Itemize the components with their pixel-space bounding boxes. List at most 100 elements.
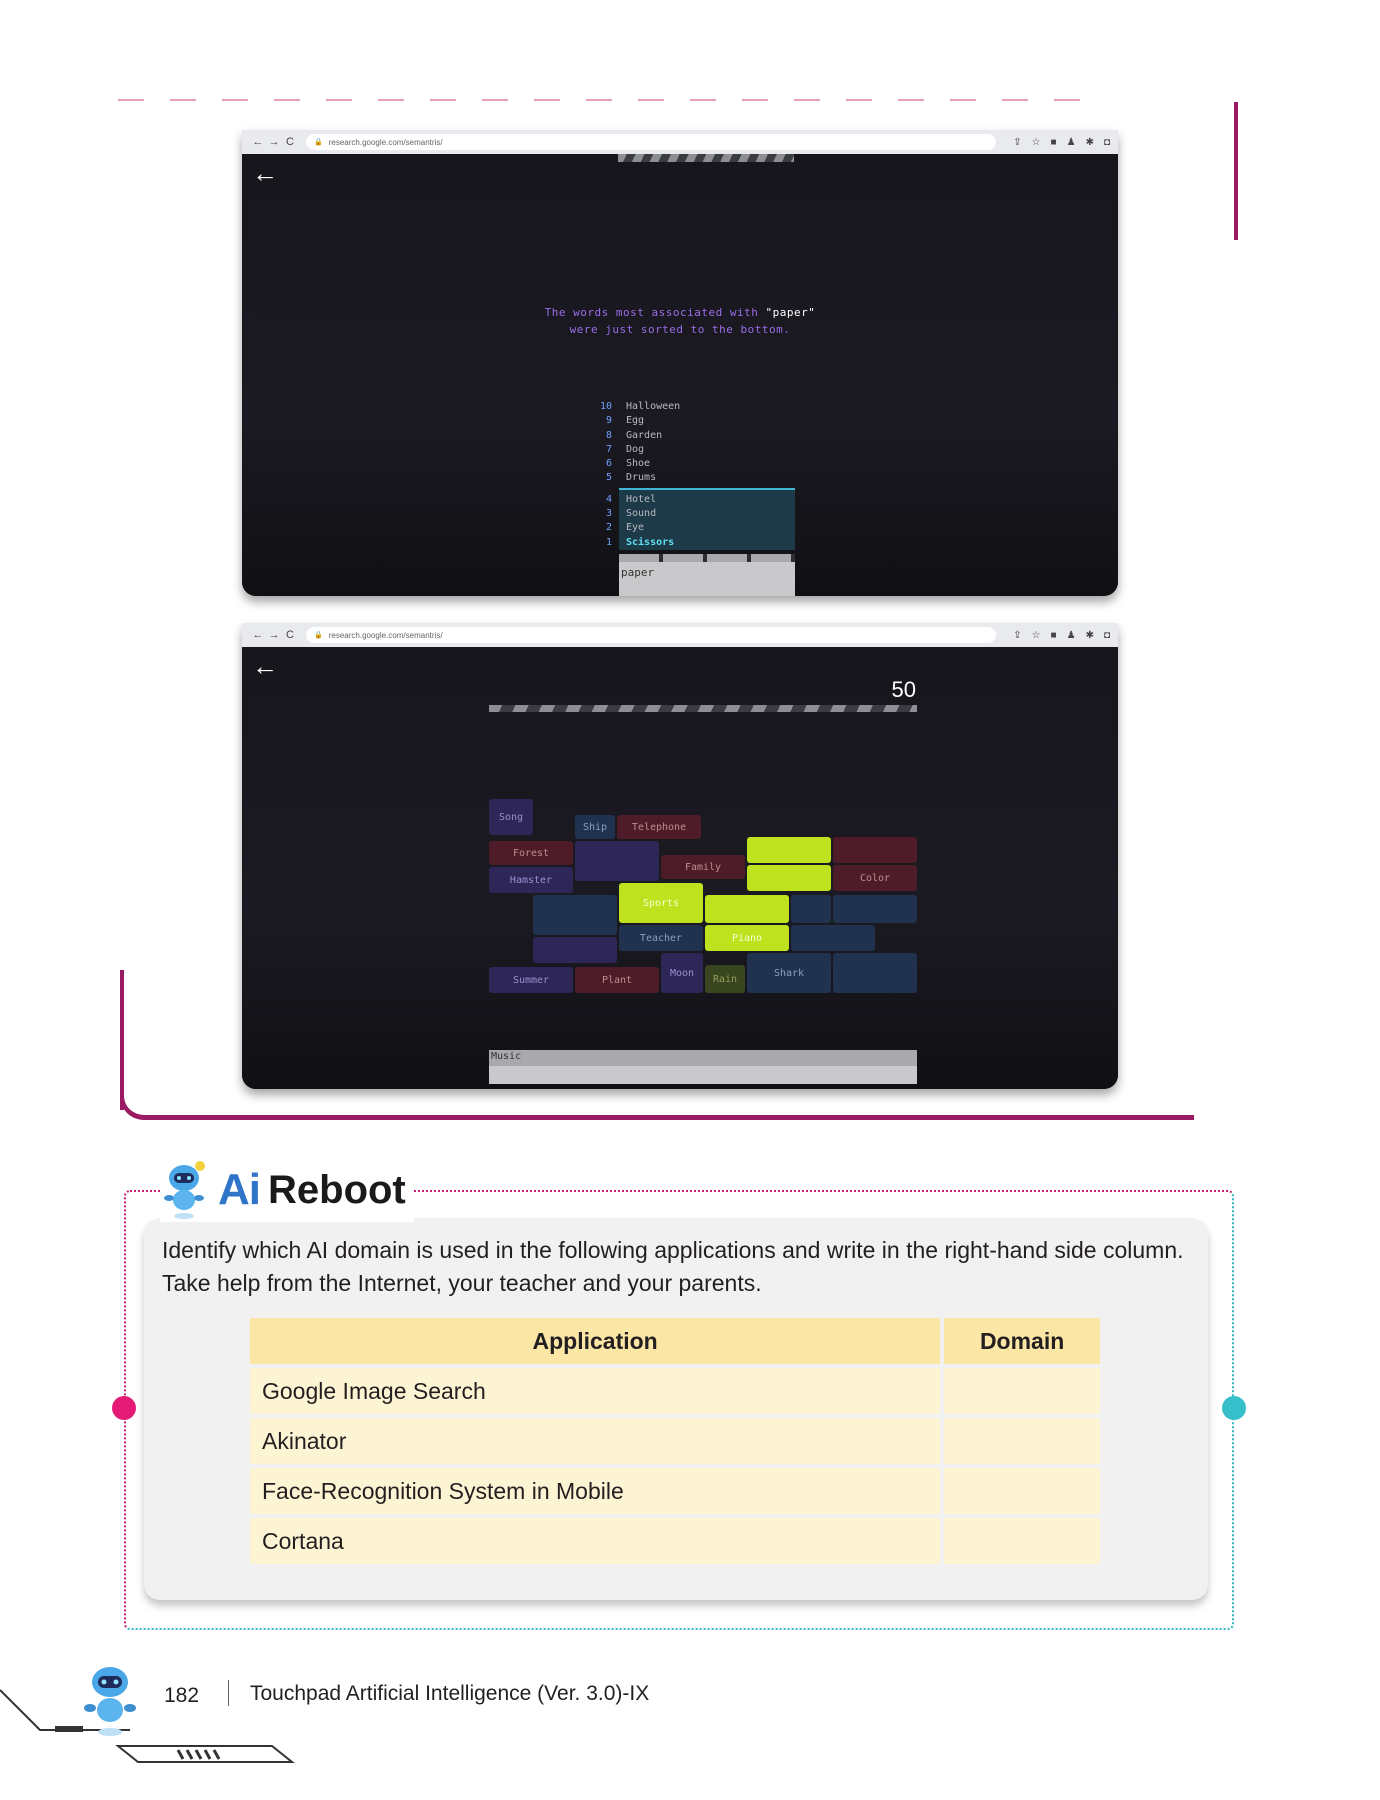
- footer-separator: [228, 1680, 229, 1706]
- word-block-active: [705, 895, 789, 923]
- table-row: Face-Recognition System in Mobile: [250, 1468, 1100, 1514]
- rank-row: 10 Halloween: [582, 400, 796, 414]
- window-icon[interactable]: ◘: [1104, 137, 1110, 148]
- rank-word: Eye: [626, 522, 645, 534]
- table-row: Cortana: [250, 1518, 1100, 1564]
- rank-row: 2 Eye: [582, 521, 796, 535]
- message-text: The words most associated with: [544, 306, 766, 319]
- address-bar[interactable]: 🔒 research.google.com/semantris/: [306, 627, 996, 643]
- game-back-arrow-icon[interactable]: ←: [252, 160, 278, 186]
- rank-row: 4 Hotel: [582, 493, 796, 507]
- domain-cell[interactable]: [944, 1468, 1100, 1514]
- rank-word: Dog: [626, 443, 645, 455]
- application-cell: Face-Recognition System in Mobile: [250, 1468, 941, 1514]
- word-rank-list: 10 Halloween 9 Egg 8 Garden 7 Dog 6 Shoe 5 Dru…: [582, 400, 796, 550]
- guess-input[interactable]: paper: [619, 562, 795, 596]
- rank-number: 2: [605, 522, 612, 534]
- rank-number: 7: [605, 443, 612, 455]
- rank-number: 8: [605, 429, 612, 441]
- word-block-active: [747, 837, 831, 863]
- column-header-application: Application: [250, 1318, 941, 1364]
- reload-icon[interactable]: C: [282, 136, 298, 148]
- word-block: Family: [661, 855, 745, 879]
- rank-row: 8 Garden: [582, 429, 796, 443]
- word-block: Teacher: [619, 925, 703, 951]
- url-text: research.google.com/semantris/: [328, 630, 443, 640]
- word-block: Hamster: [489, 867, 573, 893]
- word-block: [833, 837, 917, 863]
- star-icon[interactable]: ☆: [1032, 137, 1041, 148]
- activity-instructions: Identify which AI domain is used in the …: [162, 1237, 1184, 1296]
- table-header-row: Application Domain: [250, 1318, 1100, 1364]
- heading-reboot: Reboot: [268, 1167, 406, 1212]
- back-nav-icon[interactable]: ←: [250, 629, 266, 641]
- puzzle-icon[interactable]: ✱: [1086, 137, 1094, 148]
- rank-word: Scissors: [626, 536, 675, 548]
- lock-icon: 🔒: [314, 632, 323, 639]
- activity-panel: Identify which AI domain is used in the …: [144, 1218, 1208, 1600]
- accent-line-bottom: [120, 1096, 1194, 1120]
- result-message: The words most associated with "paper" w…: [242, 304, 1118, 338]
- address-bar[interactable]: 🔒 research.google.com/semantris/: [306, 134, 996, 150]
- share-icon[interactable]: ⇪: [1013, 137, 1021, 148]
- input-stripe: [619, 554, 795, 562]
- browser-toolbar: ← → C 🔒 research.google.com/semantris/ ⇪…: [242, 623, 1118, 647]
- url-text: research.google.com/semantris/: [328, 137, 443, 147]
- forward-nav-icon[interactable]: →: [266, 629, 282, 641]
- puzzle-icon[interactable]: ✱: [1086, 630, 1094, 641]
- message-keyword: "paper": [765, 306, 816, 319]
- profile-icon[interactable]: ♟: [1067, 630, 1076, 641]
- message-text-line2: were just sorted to the bottom.: [569, 323, 791, 336]
- frame-dot-pink: [112, 1396, 136, 1420]
- word-block-active: Sports: [619, 883, 703, 923]
- application-cell: Google Image Search: [250, 1368, 941, 1414]
- dashed-divider: [118, 99, 1088, 101]
- window-icon[interactable]: ◘: [1104, 630, 1110, 641]
- reload-icon[interactable]: C: [282, 629, 298, 641]
- word-block-active: Piano: [705, 925, 789, 951]
- domain-cell[interactable]: [944, 1418, 1100, 1464]
- word-block: Moon: [661, 953, 703, 993]
- word-block: Color: [833, 865, 917, 891]
- game-back-arrow-icon[interactable]: ←: [252, 653, 278, 679]
- guess-input[interactable]: Music: [489, 1050, 917, 1084]
- domain-cell[interactable]: [944, 1368, 1100, 1414]
- robot-mascot-icon: [164, 1161, 205, 1219]
- word-block: [575, 841, 659, 881]
- rank-word: Hotel: [626, 493, 657, 505]
- rank-number: 10: [599, 401, 612, 412]
- browser-screenshot-2: ← → C 🔒 research.google.com/semantris/ ⇪…: [242, 623, 1118, 1089]
- section-heading: Ai Reboot: [160, 1158, 414, 1222]
- back-nav-icon[interactable]: ←: [250, 136, 266, 148]
- application-cell: Akinator: [250, 1418, 941, 1464]
- rank-number: 1: [605, 536, 612, 548]
- application-cell: Cortana: [250, 1518, 941, 1564]
- word-block: [533, 937, 617, 963]
- rank-word: Egg: [626, 415, 645, 427]
- forward-nav-icon[interactable]: →: [266, 136, 282, 148]
- word-block: [833, 895, 917, 923]
- extension-icon[interactable]: ■: [1051, 137, 1057, 148]
- rank-number: 4: [605, 493, 612, 505]
- profile-icon[interactable]: ♟: [1067, 137, 1076, 148]
- rank-row-selected: 1 Scissors: [582, 536, 796, 550]
- danger-stripe: [618, 154, 794, 162]
- rank-number: 3: [605, 508, 612, 520]
- word-block-active: [747, 865, 831, 891]
- word-block: [833, 953, 917, 993]
- accent-line-right: [1234, 102, 1238, 240]
- browser-toolbar: ← → C 🔒 research.google.com/semantris/ ⇪…: [242, 130, 1118, 154]
- rank-word: Garden: [626, 429, 663, 441]
- table-row: Akinator: [250, 1418, 1100, 1464]
- word-block: Forest: [489, 841, 573, 865]
- frame-dot-teal: [1222, 1396, 1246, 1420]
- share-icon[interactable]: ⇪: [1013, 630, 1021, 641]
- rank-row: 5 Drums: [582, 471, 796, 485]
- star-icon[interactable]: ☆: [1032, 630, 1041, 641]
- rank-word: Shoe: [626, 458, 651, 470]
- rank-word: Drums: [626, 472, 657, 484]
- domain-cell[interactable]: [944, 1518, 1100, 1564]
- guess-input-value: Music: [491, 1051, 522, 1062]
- extension-icon[interactable]: ■: [1051, 630, 1057, 641]
- word-block: [791, 895, 831, 923]
